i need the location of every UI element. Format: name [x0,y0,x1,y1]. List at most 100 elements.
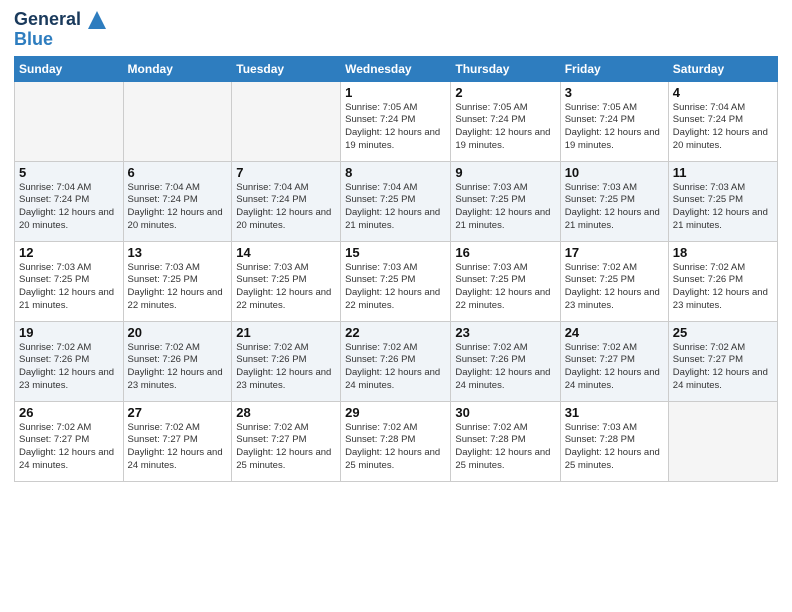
weekday-header-tuesday: Tuesday [232,56,341,81]
day-info: Sunrise: 7:02 AMSunset: 7:27 PMDaylight:… [19,422,119,473]
calendar-cell: 17 Sunrise: 7:02 AMSunset: 7:25 PMDayligh… [560,241,668,321]
calendar-cell: 6 Sunrise: 7:04 AMSunset: 7:24 PMDaylight… [123,161,232,241]
day-number: 10 [565,165,664,180]
day-info: Sunrise: 7:05 AMSunset: 7:24 PMDaylight:… [565,102,664,153]
day-number: 15 [345,245,446,260]
calendar-cell: 15Sunrise: 7:03 AMSunset: 7:25 PMDayligh… [341,241,451,321]
calendar-cell: 22Sunrise: 7:02 AMSunset: 7:26 PMDayligh… [341,321,451,401]
week-row-1: 1 Sunrise: 7:05 AMSunset: 7:24 PMDaylight… [15,81,778,161]
day-info: Sunrise: 7:03 AMSunset: 7:25 PMDaylight:… [236,262,336,313]
day-number: 11 [673,165,773,180]
day-info: Sunrise: 7:03 AMSunset: 7:25 PMDaylight:… [673,182,773,233]
calendar-cell: 12 Sunrise: 7:03 AMSunset: 7:25 PMDayligh… [15,241,124,321]
weekday-header-monday: Monday [123,56,232,81]
day-number: 5 [19,165,119,180]
day-info: Sunrise: 7:04 AMSunset: 7:24 PMDaylight:… [236,182,336,233]
day-number: 24 [565,325,664,340]
calendar-cell: 27 Sunrise: 7:02 AMSunset: 7:27 PMDayligh… [123,401,232,481]
calendar-cell: 9 Sunrise: 7:03 AMSunset: 7:25 PMDaylight… [451,161,560,241]
day-number: 7 [236,165,336,180]
calendar-cell: 26 Sunrise: 7:02 AMSunset: 7:27 PMDayligh… [15,401,124,481]
day-info: Sunrise: 7:03 AMSunset: 7:25 PMDaylight:… [455,182,555,233]
day-number: 22 [345,325,446,340]
calendar-cell: 16 Sunrise: 7:03 AMSunset: 7:25 PMDayligh… [451,241,560,321]
day-number: 31 [565,405,664,420]
week-row-5: 26 Sunrise: 7:02 AMSunset: 7:27 PMDayligh… [15,401,778,481]
day-number: 28 [236,405,336,420]
calendar-cell [15,81,124,161]
calendar-cell: 28Sunrise: 7:02 AMSunset: 7:27 PMDayligh… [232,401,341,481]
day-info: Sunrise: 7:02 AMSunset: 7:27 PMDaylight:… [128,422,228,473]
day-info: Sunrise: 7:02 AMSunset: 7:27 PMDaylight:… [673,342,773,393]
day-number: 18 [673,245,773,260]
logo-general: General [14,10,106,30]
calendar-cell [123,81,232,161]
day-info: Sunrise: 7:02 AMSunset: 7:26 PMDaylight:… [128,342,228,393]
calendar-cell: 31 Sunrise: 7:03 AMSunset: 7:28 PMDayligh… [560,401,668,481]
day-info: Sunrise: 7:03 AMSunset: 7:28 PMDaylight:… [565,422,664,473]
day-info: Sunrise: 7:04 AMSunset: 7:24 PMDaylight:… [19,182,119,233]
day-number: 30 [455,405,555,420]
day-number: 16 [455,245,555,260]
day-info: Sunrise: 7:04 AMSunset: 7:25 PMDaylight:… [345,182,446,233]
day-info: Sunrise: 7:03 AMSunset: 7:25 PMDaylight:… [455,262,555,313]
logo: General Blue [14,10,106,50]
weekday-header-sunday: Sunday [15,56,124,81]
weekday-header-wednesday: Wednesday [341,56,451,81]
day-info: Sunrise: 7:04 AMSunset: 7:24 PMDaylight:… [128,182,228,233]
header: General Blue [14,10,778,50]
day-number: 29 [345,405,446,420]
day-number: 20 [128,325,228,340]
day-info: Sunrise: 7:02 AMSunset: 7:28 PMDaylight:… [345,422,446,473]
day-info: Sunrise: 7:02 AMSunset: 7:26 PMDaylight:… [236,342,336,393]
day-info: Sunrise: 7:02 AMSunset: 7:26 PMDaylight:… [19,342,119,393]
day-info: Sunrise: 7:05 AMSunset: 7:24 PMDaylight:… [345,102,446,153]
day-info: Sunrise: 7:02 AMSunset: 7:26 PMDaylight:… [673,262,773,313]
calendar-cell: 8Sunrise: 7:04 AMSunset: 7:25 PMDaylight… [341,161,451,241]
calendar-cell: 7 Sunrise: 7:04 AMSunset: 7:24 PMDaylight… [232,161,341,241]
day-number: 14 [236,245,336,260]
day-info: Sunrise: 7:03 AMSunset: 7:25 PMDaylight:… [128,262,228,313]
calendar-cell: 23 Sunrise: 7:02 AMSunset: 7:26 PMDayligh… [451,321,560,401]
weekday-header-saturday: Saturday [668,56,777,81]
calendar-cell: 19 Sunrise: 7:02 AMSunset: 7:26 PMDayligh… [15,321,124,401]
day-number: 2 [455,85,555,100]
day-number: 23 [455,325,555,340]
weekday-header-thursday: Thursday [451,56,560,81]
day-number: 1 [345,85,446,100]
calendar-cell: 14 Sunrise: 7:03 AMSunset: 7:25 PMDayligh… [232,241,341,321]
calendar-cell: 1 Sunrise: 7:05 AMSunset: 7:24 PMDaylight… [341,81,451,161]
calendar-cell: 11 Sunrise: 7:03 AMSunset: 7:25 PMDayligh… [668,161,777,241]
weekday-header-row: SundayMondayTuesdayWednesdayThursdayFrid… [15,56,778,81]
day-info: Sunrise: 7:02 AMSunset: 7:28 PMDaylight:… [455,422,555,473]
logo-icon [88,11,106,29]
day-number: 17 [565,245,664,260]
calendar-cell: 10Sunrise: 7:03 AMSunset: 7:25 PMDayligh… [560,161,668,241]
day-info: Sunrise: 7:02 AMSunset: 7:27 PMDaylight:… [565,342,664,393]
day-number: 21 [236,325,336,340]
day-number: 6 [128,165,228,180]
calendar-cell: 25Sunrise: 7:02 AMSunset: 7:27 PMDayligh… [668,321,777,401]
day-info: Sunrise: 7:02 AMSunset: 7:26 PMDaylight:… [455,342,555,393]
calendar-cell: 20 Sunrise: 7:02 AMSunset: 7:26 PMDayligh… [123,321,232,401]
calendar-cell: 4Sunrise: 7:04 AMSunset: 7:24 PMDaylight… [668,81,777,161]
page: General Blue SundayMondayTuesdayWednesda… [0,0,792,612]
calendar-cell: 5 Sunrise: 7:04 AMSunset: 7:24 PMDaylight… [15,161,124,241]
day-number: 9 [455,165,555,180]
calendar-cell: 29 Sunrise: 7:02 AMSunset: 7:28 PMDayligh… [341,401,451,481]
week-row-2: 5 Sunrise: 7:04 AMSunset: 7:24 PMDaylight… [15,161,778,241]
day-info: Sunrise: 7:02 AMSunset: 7:25 PMDaylight:… [565,262,664,313]
day-number: 13 [128,245,228,260]
day-number: 27 [128,405,228,420]
day-number: 19 [19,325,119,340]
day-info: Sunrise: 7:04 AMSunset: 7:24 PMDaylight:… [673,102,773,153]
calendar-cell: 2Sunrise: 7:05 AMSunset: 7:24 PMDaylight… [451,81,560,161]
day-info: Sunrise: 7:03 AMSunset: 7:25 PMDaylight:… [19,262,119,313]
weekday-header-friday: Friday [560,56,668,81]
logo-blue: Blue [14,30,106,50]
calendar-cell: 24 Sunrise: 7:02 AMSunset: 7:27 PMDayligh… [560,321,668,401]
calendar-cell: 30 Sunrise: 7:02 AMSunset: 7:28 PMDayligh… [451,401,560,481]
day-number: 12 [19,245,119,260]
calendar-cell: 13 Sunrise: 7:03 AMSunset: 7:25 PMDayligh… [123,241,232,321]
day-number: 26 [19,405,119,420]
